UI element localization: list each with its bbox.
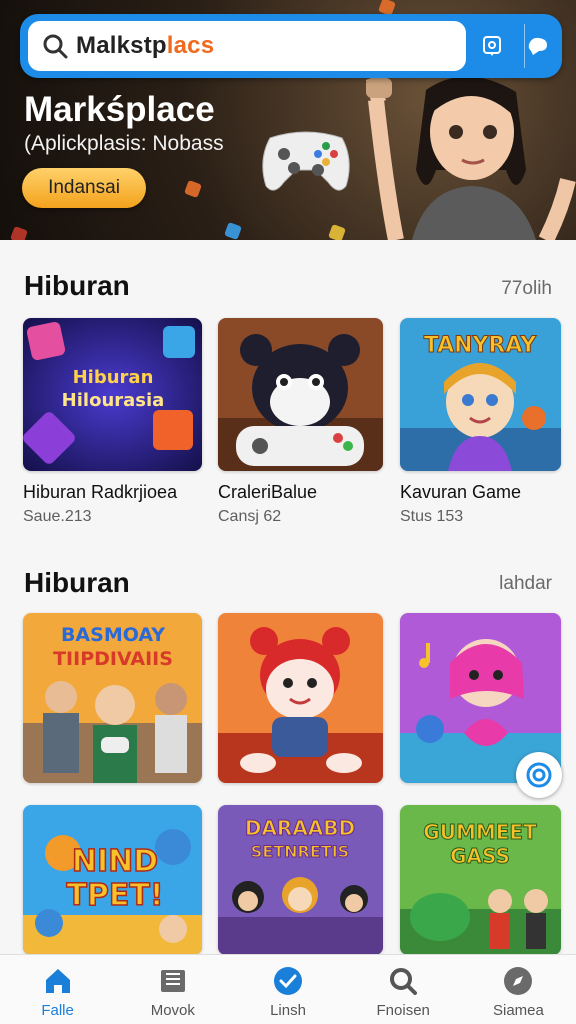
game-card[interactable] bbox=[218, 318, 383, 471]
section-title: Hiburan bbox=[24, 270, 130, 301]
hero-title: Markśplace bbox=[24, 90, 215, 129]
decor-cube bbox=[328, 224, 346, 240]
hero-banner[interactable]: Malkstplacs Markśplace (Aplickplasis: No… bbox=[0, 0, 576, 240]
decor-cube bbox=[184, 180, 202, 198]
game-card[interactable]: BASMOAY TIIPDIVAIIS bbox=[23, 613, 202, 783]
search-bar: Malkstplacs bbox=[20, 14, 562, 78]
search-icon bbox=[43, 34, 68, 59]
card-title: Hiburan Radkrjioea bbox=[23, 482, 178, 502]
nav-item-movies[interactable]: Movok bbox=[115, 955, 230, 1024]
nav-item-explore[interactable]: Siamea bbox=[461, 955, 576, 1024]
game-thumbnail bbox=[218, 613, 383, 783]
search-input[interactable]: Malkstplacs bbox=[28, 21, 466, 71]
nav-label: Linsh bbox=[270, 1002, 306, 1019]
nav-label: Siamea bbox=[492, 1002, 544, 1019]
hero-character-image bbox=[366, 76, 576, 240]
card-meta: Stus 153 bbox=[400, 508, 464, 525]
compass-icon bbox=[502, 965, 534, 997]
art-text: DARAABD bbox=[245, 816, 355, 840]
game-thumbnail: Hiburan Hilourasia bbox=[23, 318, 202, 471]
hero-subtitle: (Aplickplasis: Nobass bbox=[24, 132, 224, 155]
game-thumbnail: DARAABD SETNRETIS bbox=[218, 805, 383, 955]
game-thumbnail bbox=[218, 318, 383, 471]
art-text: NIND bbox=[72, 844, 158, 879]
card-meta: Saue.213 bbox=[23, 508, 92, 525]
nav-item-search[interactable]: Fnoisen bbox=[346, 955, 461, 1024]
art-text: TANYRAY bbox=[424, 333, 538, 358]
nav-label: Movok bbox=[150, 1002, 195, 1019]
section-see-all-link[interactable]: lahdar bbox=[499, 573, 552, 595]
swirl-icon bbox=[526, 762, 552, 788]
game-card[interactable]: GUMMEET GASS bbox=[400, 805, 561, 955]
game-card[interactable]: TANYRAY bbox=[400, 318, 561, 471]
film-icon bbox=[157, 965, 189, 997]
card-title: Kavuran Game bbox=[400, 482, 522, 502]
card-title: CraleriBalue bbox=[218, 482, 318, 502]
hero-cta-button[interactable]: Indansai bbox=[22, 168, 146, 208]
art-text: GASS bbox=[450, 844, 510, 868]
section-see-all-link[interactable]: 77olih bbox=[501, 278, 552, 300]
game-thumbnail: GUMMEET GASS bbox=[400, 805, 561, 955]
nav-item-home[interactable]: Falle bbox=[0, 955, 115, 1024]
check-circle-icon bbox=[272, 965, 304, 997]
art-text: GUMMEET bbox=[423, 820, 537, 844]
art-text: Hilourasia bbox=[62, 390, 165, 411]
nav-item-list[interactable]: Linsh bbox=[230, 955, 345, 1024]
art-text: SETNRETIS bbox=[251, 842, 349, 861]
gamepad-icon bbox=[262, 131, 350, 191]
game-thumbnail: NIND TPET! bbox=[23, 805, 202, 955]
card-meta: Cansj 62 bbox=[218, 508, 282, 525]
home-icon bbox=[42, 965, 74, 997]
game-card[interactable]: Hiburan Hilourasia bbox=[23, 318, 202, 471]
decor-cube bbox=[224, 222, 242, 240]
art-text: TIIPDIVAIIS bbox=[53, 648, 173, 670]
wallet-icon bbox=[483, 36, 501, 56]
art-text: Hiburan bbox=[73, 367, 154, 388]
game-card[interactable]: NIND TPET! bbox=[23, 805, 202, 955]
game-card[interactable] bbox=[218, 613, 383, 783]
game-thumbnail: TANYRAY bbox=[400, 318, 561, 471]
art-text: TPET! bbox=[66, 878, 163, 913]
nav-label: Fnoisen bbox=[376, 1002, 430, 1019]
chat-button[interactable] bbox=[514, 22, 562, 70]
search-icon bbox=[387, 965, 419, 997]
decor-cube bbox=[10, 226, 28, 240]
floating-action-button[interactable] bbox=[516, 752, 562, 798]
chat-bubble-icon bbox=[528, 37, 547, 55]
wallet-button[interactable] bbox=[468, 22, 516, 70]
game-thumbnail: BASMOAY TIIPDIVAIIS bbox=[23, 613, 202, 783]
art-text: BASMOAY bbox=[61, 624, 165, 646]
search-input-value: Malkstplacs bbox=[76, 32, 215, 59]
game-card[interactable]: DARAABD SETNRETIS bbox=[218, 805, 383, 955]
section-title: Hiburan bbox=[24, 567, 130, 598]
bottom-nav: Falle Movok Linsh Fnoisen Siamea bbox=[0, 954, 576, 1024]
nav-label: Falle bbox=[41, 1002, 74, 1019]
